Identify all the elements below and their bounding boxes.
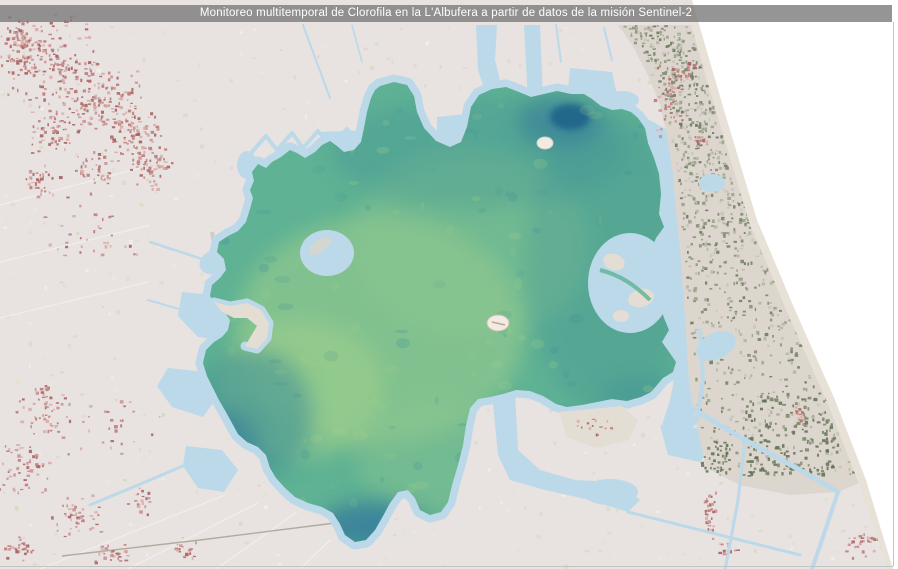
small-islet: [537, 137, 553, 149]
map-export-window: Monitoreo multitemporal de Clorofila en …: [0, 0, 898, 569]
dune-pond: [699, 174, 725, 192]
west-islet-shoal: [300, 230, 354, 276]
albufera-map-canvas[interactable]: [0, 0, 898, 569]
map-title-bar: Monitoreo multitemporal de Clorofila en …: [0, 5, 892, 22]
map-title: Monitoreo multitemporal de Clorofila en …: [200, 5, 692, 22]
channel-pond: [582, 479, 638, 505]
